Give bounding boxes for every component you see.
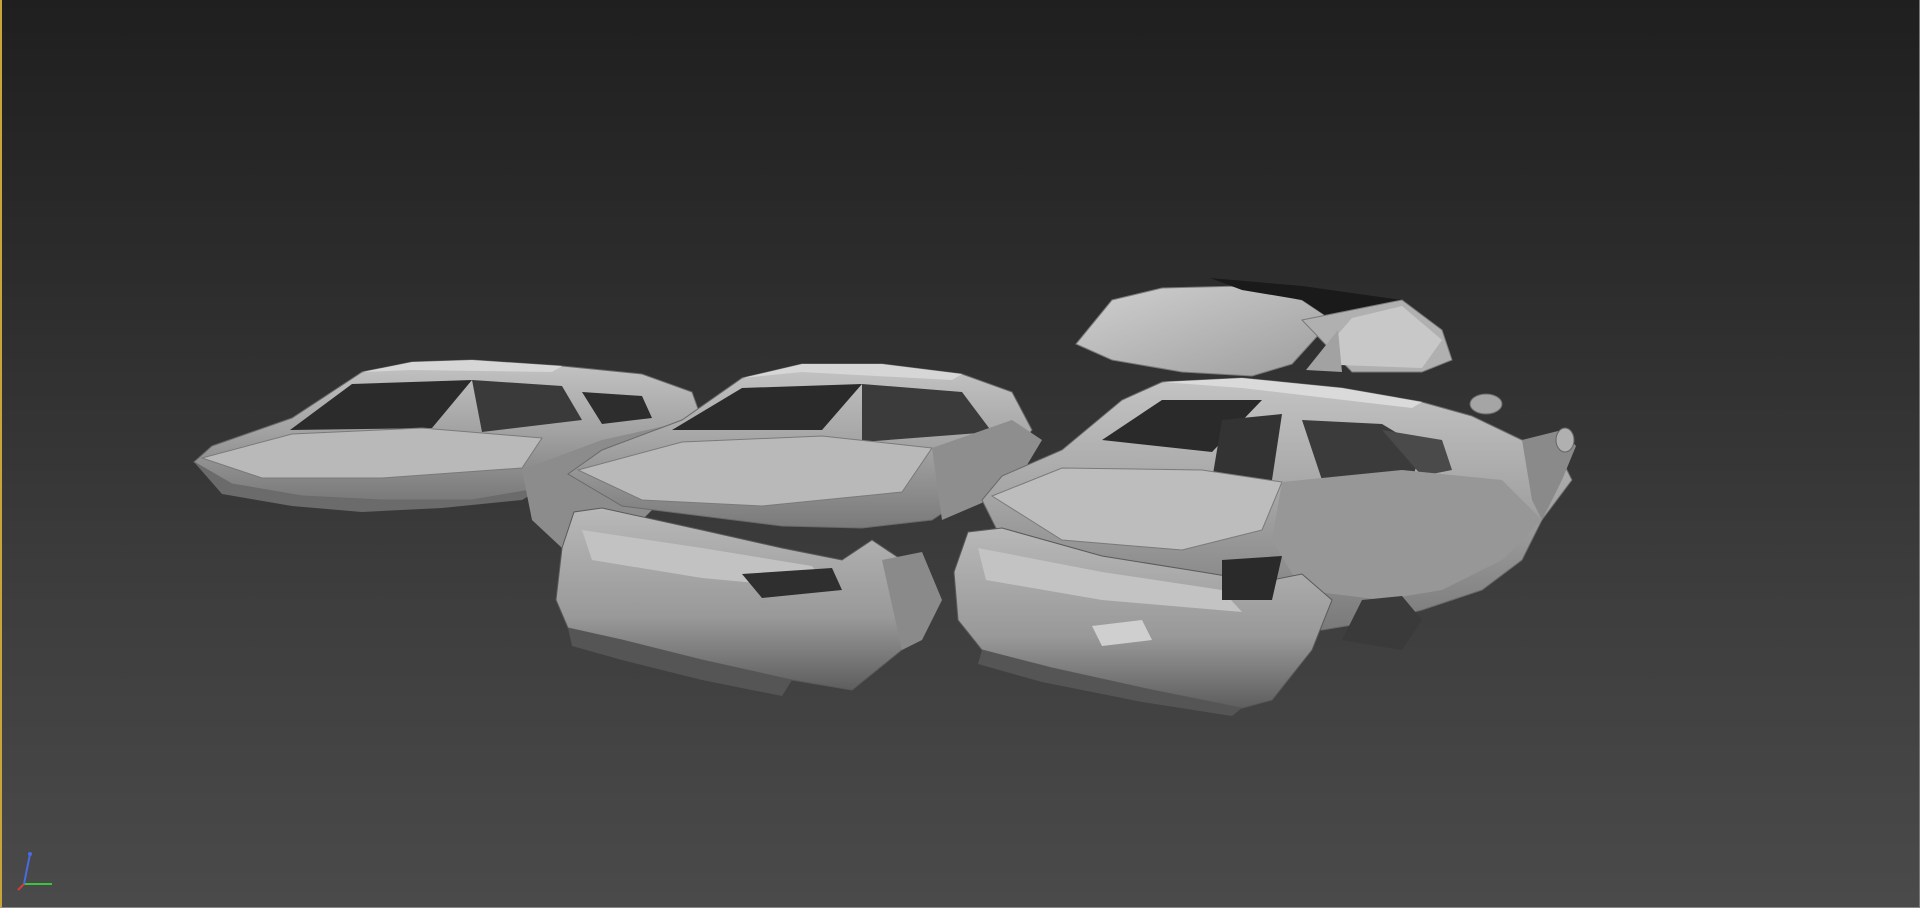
axis-gizmo-icon (17, 852, 52, 891)
scene-canvas[interactable] (2, 0, 1920, 908)
3d-viewport[interactable] (0, 0, 1920, 908)
rear-bumper-middle[interactable] (555, 507, 942, 696)
detached-glass-roof[interactable] (1075, 278, 1453, 377)
